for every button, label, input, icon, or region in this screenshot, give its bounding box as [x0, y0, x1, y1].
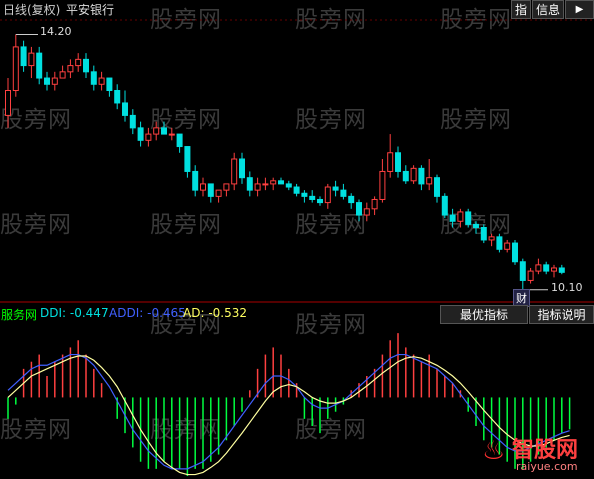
candle-body: [402, 170, 409, 182]
candle-body: [488, 236, 495, 241]
candle-body: [98, 77, 105, 85]
candle-body: [410, 167, 417, 182]
candle-body: [106, 77, 113, 92]
candle-body: [12, 46, 19, 91]
candle-body: [168, 133, 175, 136]
ddi-label: DDI: -0.447: [40, 306, 109, 320]
candle-body: [215, 189, 222, 197]
ddi-value: -0.447: [69, 306, 109, 320]
candle-body: [309, 195, 316, 200]
candle-body: [496, 236, 503, 250]
candle-body: [145, 133, 152, 141]
candle-body: [5, 90, 11, 116]
ad-value: -0.532: [208, 306, 248, 320]
candle-body: [535, 264, 542, 272]
candle-body: [426, 177, 433, 185]
candle-body: [519, 261, 526, 281]
candle-body: [551, 267, 557, 272]
candle-body: [83, 58, 89, 73]
candle-body: [527, 270, 534, 281]
candle-body: [239, 158, 245, 179]
ad-key: AD:: [183, 306, 205, 320]
candle-body: [122, 102, 128, 116]
addi-label: ADDI: -0.465: [109, 306, 186, 320]
chart-canvas[interactable]: [0, 0, 594, 479]
stock-name: 平安银行: [66, 3, 115, 17]
candle-body: [434, 177, 440, 197]
candle-body: [20, 46, 27, 67]
candle-body: [449, 214, 456, 222]
addi-value: -0.465: [147, 306, 186, 320]
candle-body: [262, 183, 269, 186]
high-price-label: 14.20: [40, 25, 72, 38]
candle-body: [44, 77, 50, 85]
candle-body: [356, 202, 362, 216]
candle-body: [363, 208, 370, 216]
period-label[interactable]: 日线(复权): [3, 1, 60, 18]
candle-body: [137, 127, 144, 141]
candle-body: [301, 192, 308, 197]
candle-body: [332, 186, 339, 191]
candle-body: [51, 77, 58, 85]
candle-body: [231, 158, 238, 185]
candle-body: [114, 90, 121, 104]
candle-body: [200, 183, 206, 191]
candle-body: [285, 183, 292, 188]
candle-body: [317, 198, 323, 204]
candle-body: [223, 183, 230, 191]
candle-body: [36, 52, 43, 79]
candle-body: [543, 264, 550, 272]
candle-body: [441, 195, 448, 216]
candle-body: [293, 186, 300, 194]
candle-body: [379, 170, 386, 200]
candle-body: [387, 152, 394, 172]
candle-body: [348, 195, 355, 204]
brand-logo: ♨ 智股网 raiyue.com: [482, 432, 590, 476]
candle-body: [324, 186, 331, 204]
candle-body: [480, 227, 487, 241]
candle-body: [395, 152, 401, 172]
candle-body: [90, 71, 97, 85]
addi-key: ADDI:: [109, 306, 144, 320]
candle-body: [192, 170, 199, 191]
candle-body: [371, 198, 378, 210]
indicator-button[interactable]: 指: [511, 0, 531, 19]
stock-chart-window: 股旁网 股旁网 股旁网 股旁网 股旁网 股旁网 股旁网 股旁网 股旁网 股旁网 股旁网 股旁网 股旁网股…: [0, 0, 594, 479]
candle-body: [28, 52, 35, 67]
candle-body: [176, 133, 183, 148]
candle-body: [504, 242, 511, 250]
candle-body: [254, 183, 261, 191]
candle-body: [340, 189, 347, 197]
brand-url: raiyue.com: [516, 460, 578, 473]
candle-body: [558, 267, 565, 273]
indicator-source-label: 服务网: [1, 308, 38, 322]
best-indicator-button[interactable]: 最优指标: [440, 305, 528, 324]
ddi-key: DDI:: [40, 306, 67, 320]
candle-body: [161, 127, 167, 135]
candle-body: [246, 177, 253, 191]
candle-body: [465, 211, 472, 225]
candle-body: [270, 180, 277, 185]
candle-body: [278, 180, 284, 185]
candle-body: [207, 183, 214, 197]
ad-label: AD: -0.532: [183, 306, 247, 320]
candle-body: [418, 167, 425, 185]
candle-body: [184, 146, 191, 172]
candle-body: [75, 58, 82, 67]
candle-body: [473, 223, 479, 229]
candle-body: [153, 127, 160, 135]
indicator-help-button[interactable]: 指标说明: [529, 305, 594, 324]
candle-body: [67, 65, 74, 73]
candle-body: [129, 114, 136, 129]
flame-icon: ♨: [482, 436, 506, 466]
candle-body: [512, 242, 518, 263]
candle-body: [59, 71, 66, 79]
info-button[interactable]: 信息: [532, 0, 564, 19]
collapse-arrow-button[interactable]: ▶: [565, 0, 594, 19]
candle-body: [457, 211, 464, 222]
low-price-label: 10.10: [551, 281, 583, 294]
